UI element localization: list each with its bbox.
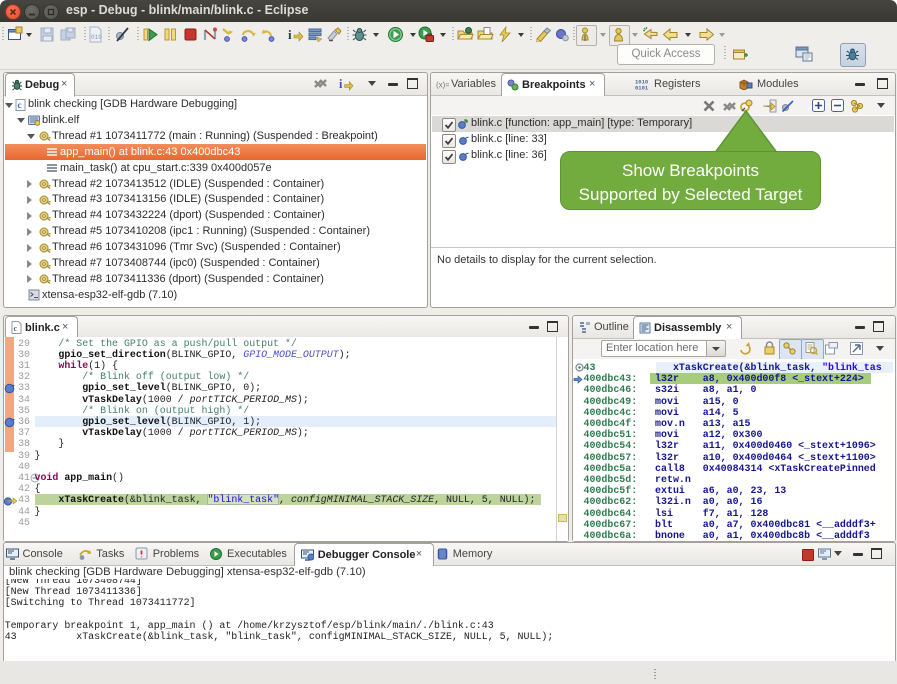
svg-text:c: c — [18, 100, 22, 110]
svg-text:010: 010 — [91, 34, 102, 41]
svg-text:(x)=: (x)= — [436, 81, 449, 90]
svg-text:i: i — [288, 27, 292, 42]
svg-text:c: c — [14, 324, 18, 333]
svg-text:0101: 0101 — [635, 85, 649, 92]
svg-text:i: i — [339, 77, 343, 91]
